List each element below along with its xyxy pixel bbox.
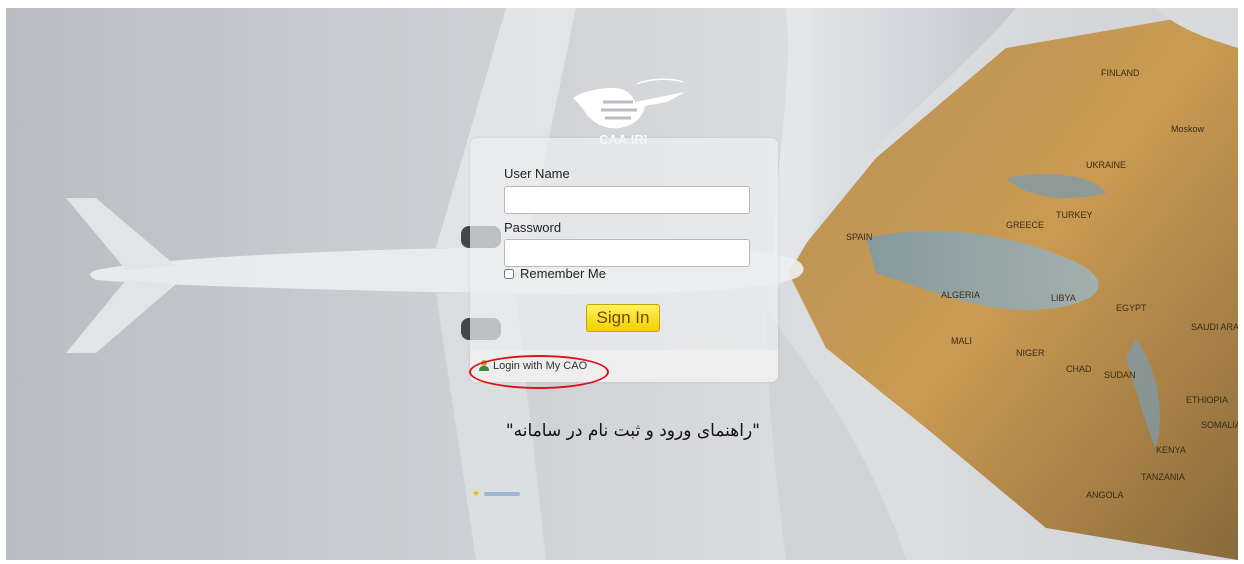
map-label: SOMALIA xyxy=(1201,420,1238,430)
password-input[interactable] xyxy=(504,239,750,267)
password-label: Password xyxy=(504,220,562,235)
map-label: KENYA xyxy=(1156,445,1186,455)
map-label: EGYPT xyxy=(1116,303,1147,313)
login-panel: User Name Password Remember Me Sign In L… xyxy=(470,138,778,382)
credit-logo xyxy=(484,491,521,496)
map-label: TANZANIA xyxy=(1141,472,1185,482)
map-label: Moskow xyxy=(1171,124,1205,134)
developer-credit[interactable]: ★ xyxy=(472,488,521,499)
username-label: User Name xyxy=(504,166,570,181)
remember-me-label: Remember Me xyxy=(520,266,606,281)
map-label: SUDAN xyxy=(1104,370,1136,380)
highlight-circle xyxy=(469,355,609,389)
guide-link[interactable]: "راهنمای ورود و ثبت نام در سامانه" xyxy=(502,421,760,441)
map-label: FINLAND xyxy=(1101,68,1140,78)
map-label: ETHIOPIA xyxy=(1186,395,1228,405)
map-label: MALI xyxy=(951,336,972,346)
map-label: NIGER xyxy=(1016,348,1045,358)
map-label: ALGERIA xyxy=(941,290,980,300)
remember-me-checkbox[interactable] xyxy=(504,268,514,279)
map-label: GREECE xyxy=(1006,220,1044,230)
map-label: CHAD xyxy=(1066,364,1092,374)
remember-me[interactable]: Remember Me xyxy=(504,266,606,281)
map-label: ANGOLA xyxy=(1086,490,1124,500)
map-label: SAUDI ARABIA xyxy=(1191,322,1238,332)
sign-in-button[interactable]: Sign In xyxy=(586,304,660,332)
map-label: SPAIN xyxy=(846,232,872,242)
star-icon: ★ xyxy=(472,488,481,498)
username-input[interactable] xyxy=(504,186,750,214)
map-label: LIBYA xyxy=(1051,293,1076,303)
map-label: TURKEY xyxy=(1056,210,1093,220)
map-label: UKRAINE xyxy=(1086,160,1126,170)
